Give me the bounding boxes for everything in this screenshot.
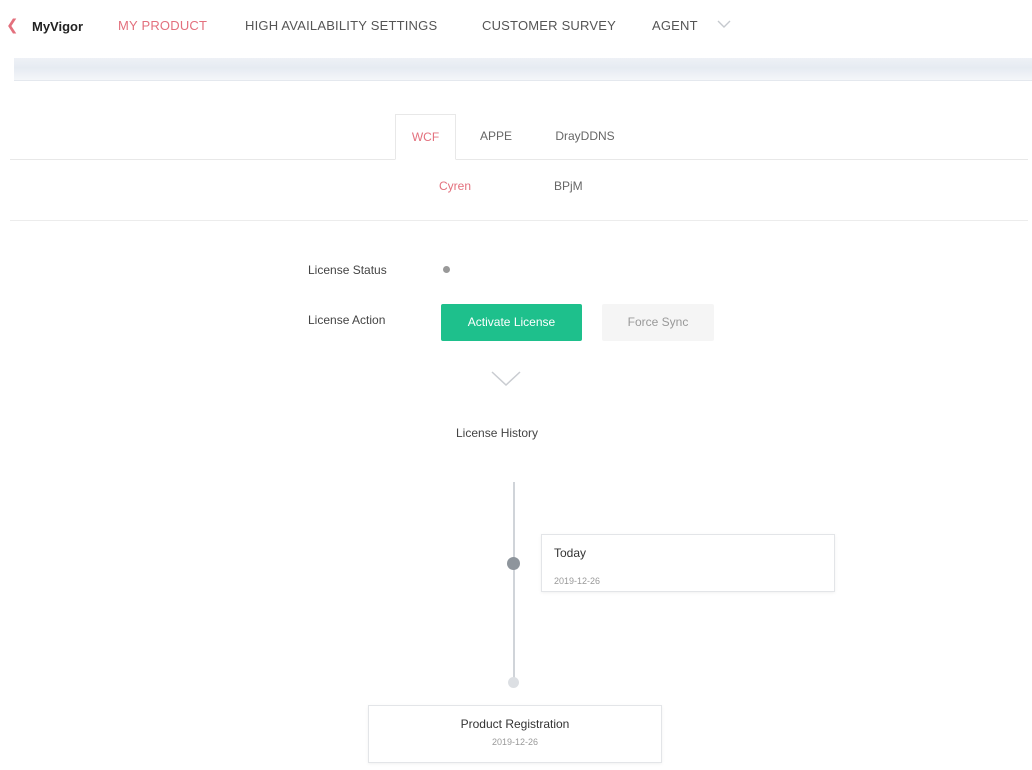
sidebar-edge-icon[interactable]: ❮ — [6, 16, 19, 34]
timeline-line — [513, 482, 515, 685]
timeline-card-title: Product Registration — [460, 717, 570, 731]
license-status-indicator — [443, 266, 450, 273]
timeline-card: Product Registration 2019-12-26 — [368, 705, 662, 763]
subtab-cyren[interactable]: Cyren — [439, 179, 471, 193]
timeline-card: Today 2019-12-26 — [541, 534, 835, 592]
nav-my-product[interactable]: MY PRODUCT — [118, 18, 207, 33]
tab-wcf[interactable]: WCF — [395, 114, 456, 160]
nav-agent[interactable]: AGENT — [652, 18, 698, 33]
brand-logo[interactable]: MyVigor — [32, 19, 83, 34]
force-sync-button[interactable]: Force Sync — [602, 304, 714, 341]
timeline-card-date: 2019-12-26 — [491, 737, 539, 747]
nav-high-availability-settings[interactable]: HIGH AVAILABILITY SETTINGS — [245, 18, 437, 33]
timeline-dot — [508, 677, 519, 688]
license-action-label: License Action — [308, 313, 386, 327]
chevron-down-icon[interactable] — [716, 18, 732, 30]
timeline-dot — [507, 557, 520, 570]
nav-customer-survey[interactable]: CUSTOMER SURVEY — [482, 18, 616, 33]
subtab-bpjm[interactable]: BPjM — [554, 179, 583, 193]
tab-drayddns[interactable]: DrayDDNS — [540, 114, 630, 159]
license-history-title: License History — [456, 426, 539, 440]
top-navigation: ❮ MyVigor MY PRODUCT HIGH AVAILABILITY S… — [0, 0, 1032, 56]
timeline-card-date: 2019-12-26 — [554, 576, 601, 586]
provider-subtabs: Cyren BPjM — [10, 160, 1028, 221]
chevron-down-icon[interactable] — [490, 370, 522, 388]
tab-appe[interactable]: APPE — [468, 114, 524, 159]
license-status-label: License Status — [308, 263, 387, 277]
timeline-card-title: Today — [554, 546, 587, 560]
nav-shadow-divider — [14, 58, 1032, 81]
activate-license-button[interactable]: Activate License — [441, 304, 582, 341]
product-tabs: WCF APPE DrayDDNS — [10, 114, 1028, 160]
